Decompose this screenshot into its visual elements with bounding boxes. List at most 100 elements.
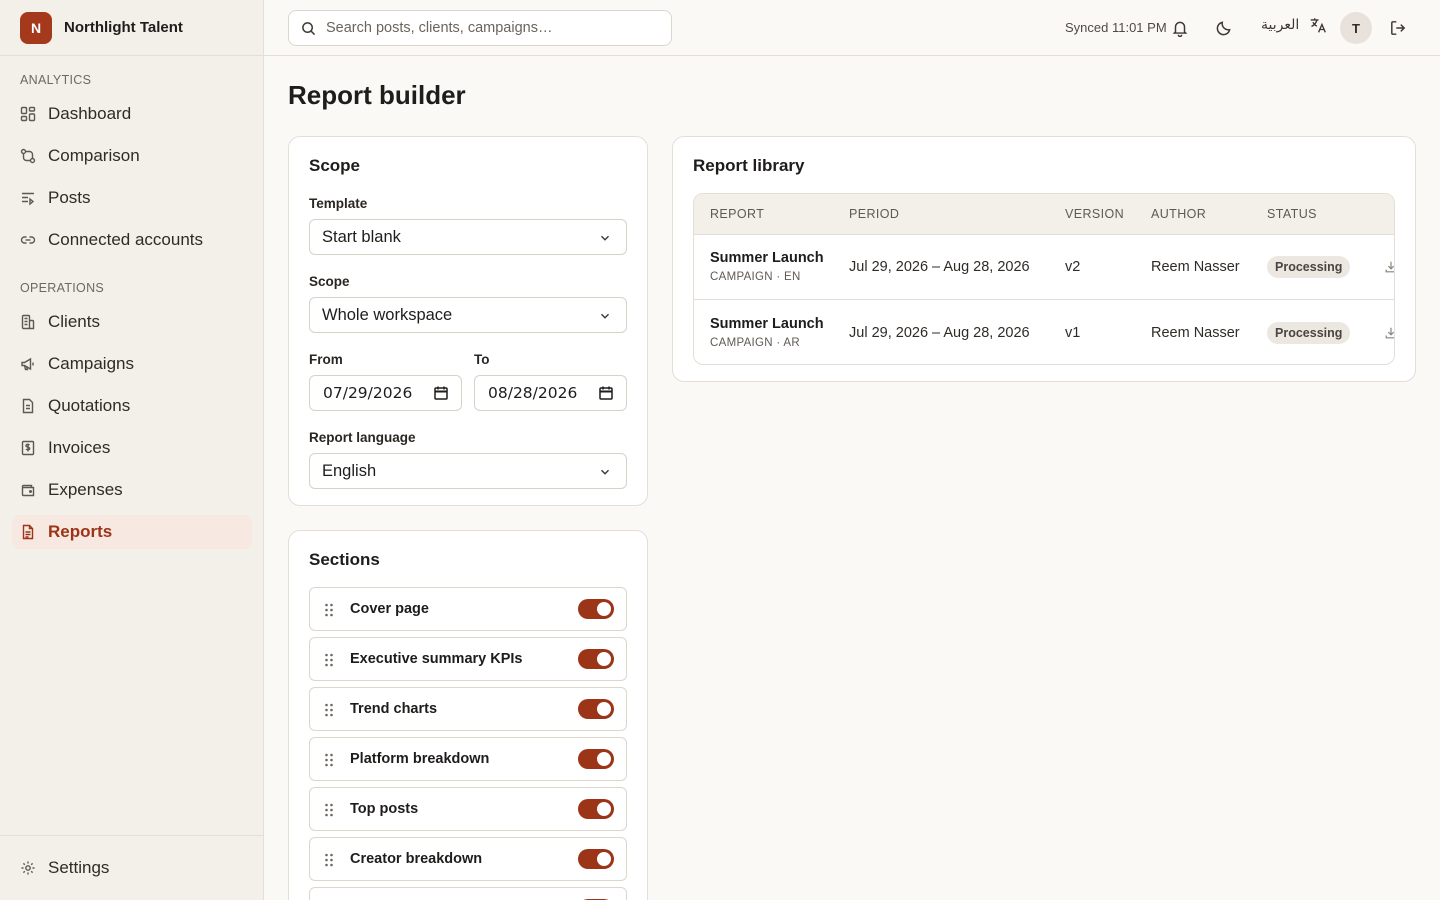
sections-card: Sections Cover page Executive summary KP… — [288, 530, 648, 900]
sidebar-item-reports[interactable]: Reports — [12, 515, 252, 549]
drag-handle-icon[interactable] — [324, 702, 334, 718]
sidebar-item-label: Expenses — [48, 480, 123, 499]
sidebar-item-label: Settings — [48, 858, 110, 877]
calendar-icon — [433, 385, 449, 401]
sidebar-item-settings[interactable]: Settings — [12, 851, 252, 885]
sidebar-item-posts[interactable]: Posts — [12, 181, 252, 215]
page-title: Report builder — [288, 80, 466, 110]
sidebar-item-clients[interactable]: Clients — [12, 305, 252, 339]
section-label: Executive summary KPIs — [350, 651, 523, 667]
sidebar-item-comparison[interactable]: Comparison — [12, 139, 252, 173]
report-author: Reem Nasser — [1151, 325, 1240, 341]
download-icon[interactable] — [1384, 260, 1394, 274]
to-date-input[interactable]: 08/28/2026 — [474, 375, 627, 411]
drag-handle-icon[interactable] — [324, 752, 334, 768]
report-name[interactable]: Summer Launch — [710, 250, 824, 266]
report-subtitle: CAMPAIGN · EN — [710, 271, 801, 283]
sidebar-item-expenses[interactable]: Expenses — [12, 473, 252, 507]
section-toggle[interactable] — [578, 599, 614, 619]
section-toggle[interactable] — [578, 699, 614, 719]
sidebar-item-campaigns[interactable]: Campaigns — [12, 347, 252, 381]
status-badge: Processing — [1267, 322, 1351, 344]
scope-card: Scope Template Start blank Scope Whole w… — [288, 136, 648, 506]
table-header: REPORT PERIOD VERSION AUTHOR STATUS — [694, 194, 1394, 235]
sidebar-item-dashboard[interactable]: Dashboard — [12, 97, 252, 131]
column-header-status[interactable]: STATUS — [1267, 207, 1317, 221]
toggle-knob — [597, 602, 611, 616]
column-header-version[interactable]: VERSION — [1065, 207, 1124, 221]
chevron-down-icon — [598, 465, 612, 479]
drag-handle-icon[interactable] — [324, 802, 334, 818]
sidebar-footer: Settings — [0, 835, 263, 900]
calendar-icon — [598, 385, 614, 401]
section-label: Cover page — [350, 601, 429, 617]
section-row-executive-summary: Executive summary KPIs — [309, 637, 627, 681]
sidebar-item-quotations[interactable]: Quotations — [12, 389, 252, 423]
sidebar-item-invoices[interactable]: Invoices — [12, 431, 252, 465]
section-row-cover-page: Cover page — [309, 587, 627, 631]
drag-handle-icon[interactable] — [324, 852, 334, 868]
sidebar-item-connected-accounts[interactable]: Connected accounts — [12, 223, 252, 257]
report-name[interactable]: Summer Launch — [710, 316, 824, 332]
wallet-icon — [20, 482, 36, 498]
drag-handle-icon[interactable] — [324, 602, 334, 618]
receipt-icon — [20, 440, 36, 456]
sidebar-item-label: Campaigns — [48, 354, 134, 373]
to-date-value: 08/28/2026 — [488, 384, 578, 402]
section-row-top-posts: Top posts — [309, 787, 627, 831]
sidebar-item-label: Dashboard — [48, 104, 132, 123]
toggle-knob — [597, 752, 611, 766]
column-header-author[interactable]: AUTHOR — [1151, 207, 1206, 221]
report-period: Jul 29, 2026 – Aug 28, 2026 — [849, 259, 1030, 275]
sync-status: Synced 11:01 PM — [1065, 20, 1167, 35]
brand-name: Northlight Talent — [64, 19, 183, 36]
section-label: Top posts — [350, 801, 419, 817]
scope-label: Scope — [309, 274, 350, 289]
moon-icon[interactable] — [1215, 19, 1233, 37]
posts-icon — [20, 190, 36, 206]
table-row[interactable]: Summer Launch CAMPAIGN · AR Jul 29, 2026… — [694, 301, 1394, 364]
status-badge: Processing — [1267, 256, 1351, 278]
to-label: To — [474, 352, 490, 367]
brand[interactable]: N Northlight Talent — [0, 0, 263, 56]
report-language-select[interactable]: English — [309, 453, 627, 489]
scope-select[interactable]: Whole workspace — [309, 297, 627, 333]
report-period: Jul 29, 2026 – Aug 28, 2026 — [849, 325, 1030, 341]
section-toggle[interactable] — [578, 849, 614, 869]
search-box[interactable] — [288, 10, 672, 46]
template-select[interactable]: Start blank — [309, 219, 627, 255]
search-input[interactable] — [326, 20, 656, 36]
report-language-value: English — [322, 461, 377, 480]
nav-group-analytics: ANALYTICS — [20, 73, 92, 87]
template-label: Template — [309, 196, 368, 211]
report-library-title: Report library — [693, 156, 805, 175]
section-row-trend-charts: Trend charts — [309, 687, 627, 731]
nav-group-operations: OPERATIONS — [20, 281, 105, 295]
section-toggle[interactable] — [578, 749, 614, 769]
column-header-report[interactable]: REPORT — [710, 207, 764, 221]
table-row[interactable]: Summer Launch CAMPAIGN · EN Jul 29, 2026… — [694, 235, 1394, 300]
column-header-period[interactable]: PERIOD — [849, 207, 899, 221]
sidebar-item-label: Reports — [48, 522, 113, 541]
report-table: REPORT PERIOD VERSION AUTHOR STATUS Summ… — [693, 193, 1395, 365]
download-icon[interactable] — [1384, 326, 1394, 340]
gear-icon — [20, 860, 36, 876]
from-date-input[interactable]: 07/29/2026 — [309, 375, 462, 411]
toggle-knob — [597, 852, 611, 866]
document-icon — [20, 398, 36, 414]
drag-handle-icon[interactable] — [324, 652, 334, 668]
dashboard-icon — [20, 106, 36, 122]
section-toggle[interactable] — [578, 649, 614, 669]
sections-card-title: Sections — [309, 550, 380, 569]
section-label: Trend charts — [350, 701, 438, 717]
logout-icon[interactable] — [1389, 19, 1407, 37]
toggle-knob — [597, 702, 611, 716]
bell-icon[interactable] — [1171, 19, 1189, 37]
toggle-knob — [597, 802, 611, 816]
topbar: Synced 11:01 PM العربية T — [264, 0, 1440, 56]
language-toggle[interactable]: العربية — [1261, 16, 1327, 34]
building-icon — [20, 314, 36, 330]
section-toggle[interactable] — [578, 799, 614, 819]
avatar[interactable]: T — [1340, 12, 1372, 44]
sidebar-item-label: Posts — [48, 188, 91, 207]
